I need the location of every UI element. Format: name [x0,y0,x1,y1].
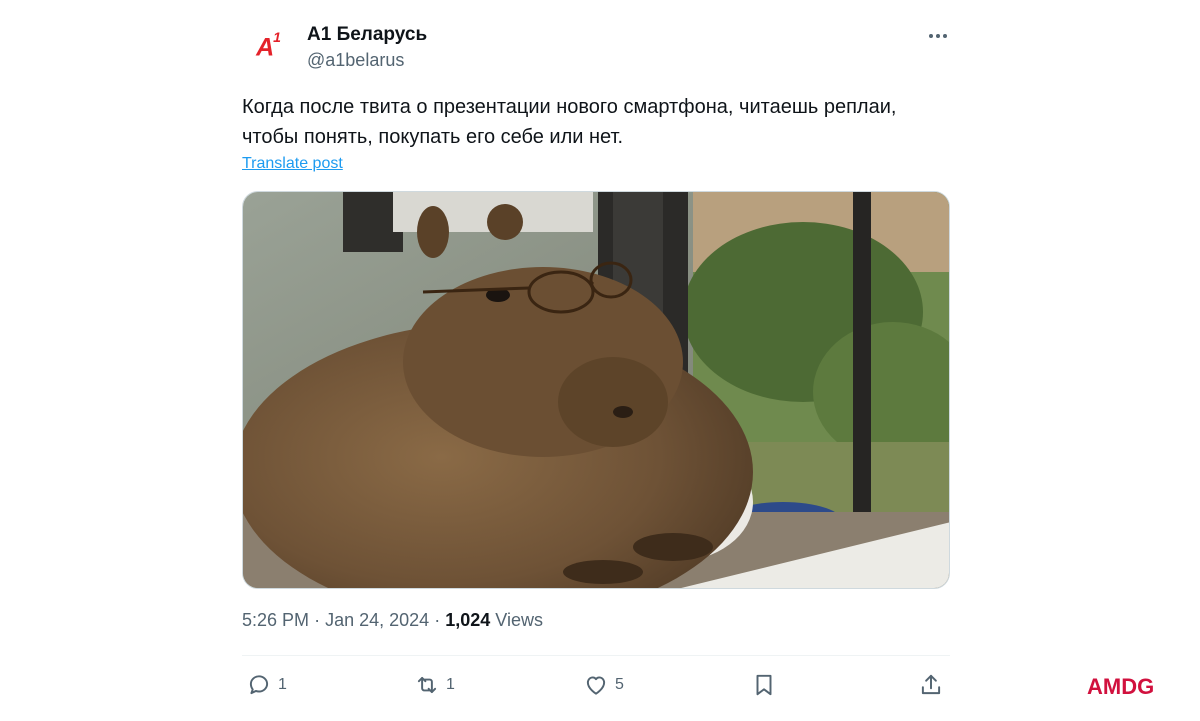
tweet-media-image[interactable] [242,191,950,589]
a1-logo: A1 [256,29,281,62]
meta-separator: · [314,610,321,630]
divider [242,655,950,656]
bookmark-button[interactable] [751,671,777,699]
avatar[interactable]: A1 [244,24,292,72]
tweet-meta: 5:26 PM · Jan 24, 2024 · 1,024 Views [242,610,543,631]
views-label: Views [495,610,543,630]
more-horizontal-icon[interactable] [926,24,950,48]
bookmark-icon [756,674,772,696]
amdg-watermark: AMDG [1087,674,1155,699]
retweet-count: 1 [446,676,455,693]
share-button[interactable] [918,671,944,699]
heart-icon [586,676,606,695]
views-count: 1,024 [445,610,491,630]
display-name[interactable]: A1 Беларусь [307,24,427,46]
meta-separator: · [434,610,441,630]
user-handle[interactable]: @a1belarus [307,50,404,71]
tweet-date[interactable]: Jan 24, 2024 [325,610,429,630]
reply-button[interactable]: 1 [246,671,287,699]
tweet-time[interactable]: 5:26 PM [242,610,309,630]
capybara-photo [243,192,949,588]
like-button[interactable]: 5 [583,671,624,699]
reply-count: 1 [278,676,287,693]
tweet-page: A1 A1 Беларусь @a1belarus Когда после тв… [0,0,1200,721]
translate-post-link[interactable]: Translate post [242,155,343,173]
retweet-icon [417,676,437,694]
like-count: 5 [615,676,624,693]
reply-icon [249,675,269,695]
share-icon [921,674,941,695]
retweet-button[interactable]: 1 [414,671,455,699]
tweet-text: Когда после твита о презентации нового с… [242,96,897,148]
